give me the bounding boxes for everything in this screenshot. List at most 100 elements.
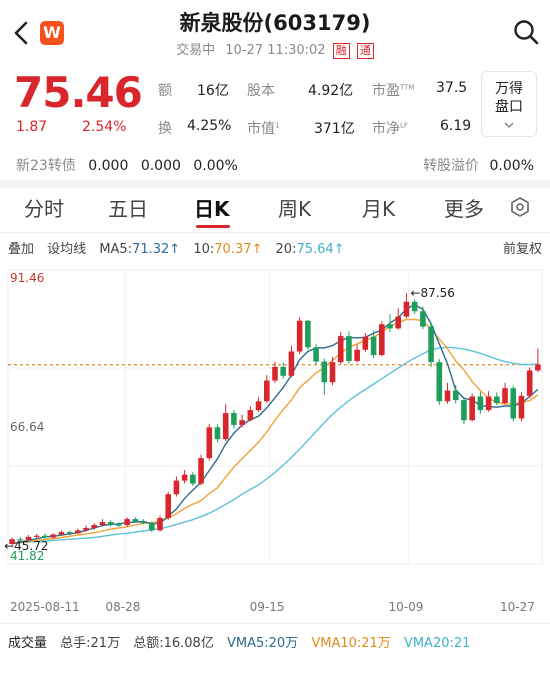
- volume-total-hands: 总手:21万: [60, 636, 121, 651]
- volume-title[interactable]: 成交量: [8, 636, 47, 651]
- ma20-value: 75.64: [296, 242, 334, 257]
- candle-down: [321, 361, 328, 383]
- pe-label: 市盈TTM: [372, 83, 415, 99]
- ma10-line: [12, 318, 539, 545]
- volume-divider: [0, 623, 550, 624]
- candle-down: [387, 324, 393, 329]
- tab-daily-k[interactable]: 日K: [194, 193, 230, 222]
- candle-down: [280, 366, 287, 376]
- candle-up: [288, 351, 295, 376]
- tab-five-day[interactable]: 五日: [108, 193, 148, 222]
- high-price-marker: ←87.56: [410, 286, 454, 300]
- candle-up: [91, 525, 98, 528]
- vma10-value: VMA10:21万: [311, 636, 391, 651]
- candle-up: [165, 494, 171, 518]
- ma20-arrow-icon: ↑: [333, 242, 345, 257]
- x-axis-label: 08-28: [105, 600, 140, 614]
- candle-up: [354, 349, 360, 361]
- candle-up: [502, 388, 508, 404]
- ma10-arrow-icon: ↑: [251, 242, 263, 257]
- candle-up: [83, 527, 89, 531]
- candle-up: [247, 410, 254, 421]
- candle-down: [420, 311, 426, 327]
- market-cap-value: 371亿: [314, 121, 355, 137]
- price-change: 1.87: [16, 119, 48, 135]
- amount-label: 额: [158, 83, 172, 99]
- tab-monthly-k[interactable]: 月K: [362, 193, 395, 222]
- candle-up: [263, 380, 270, 402]
- ma-indicator-bar: 叠加 设均线 MA5:71.32↑ 10:70.37↑ 20:75.64↑: [8, 238, 354, 257]
- candle-down: [411, 301, 418, 312]
- set-ma-button[interactable]: 设均线: [47, 242, 86, 257]
- panel-button-line2: 盘口: [495, 99, 523, 115]
- candle-down: [214, 427, 221, 440]
- tab-weekly-k[interactable]: 周K: [278, 193, 311, 222]
- share-capital-label: 股本: [247, 83, 275, 99]
- ma5-line: [11, 303, 539, 545]
- stock-title: 新泉股份(603179): [179, 11, 371, 35]
- kline-chart[interactable]: 91.4666.6441.82←87.56←45.722025-08-11 08-…: [0, 258, 550, 620]
- candle-up: [469, 396, 475, 421]
- tab-intraday[interactable]: 分时: [24, 193, 64, 222]
- pb-label: 市净LF: [372, 121, 408, 137]
- price-change-pct: 2.54%: [82, 119, 127, 135]
- status-text: 交易中: [176, 43, 216, 58]
- adjust-button[interactable]: 前复权: [503, 238, 542, 257]
- candle-up: [173, 480, 180, 495]
- candle-down: [477, 396, 484, 411]
- ma-lines: [11, 303, 539, 545]
- candle-up: [255, 401, 262, 411]
- pe-value: 37.5: [436, 80, 468, 96]
- x-axis-label: 09-15: [250, 600, 285, 614]
- x-axis-label: 2025-08-11: [10, 600, 80, 614]
- candle-down: [452, 390, 459, 401]
- candle-up: [395, 316, 402, 329]
- candle-down: [510, 388, 517, 419]
- candle-up: [518, 395, 525, 419]
- share-capital-value: 4.92亿: [308, 83, 354, 99]
- candle-down: [107, 522, 114, 525]
- candle-down: [116, 524, 122, 526]
- candle-down: [132, 519, 139, 522]
- y-label-top: 91.46: [10, 271, 44, 285]
- candle-up: [362, 336, 369, 350]
- low-price-marker: ←45.72: [4, 539, 48, 553]
- overlay-button[interactable]: 叠加: [8, 242, 34, 257]
- candle-down: [436, 362, 443, 402]
- ma5-label: MA5:: [99, 242, 133, 257]
- tab-more[interactable]: 更多: [444, 193, 484, 222]
- candle-down: [313, 347, 319, 362]
- ma5-arrow-icon: ↑: [169, 242, 181, 257]
- bond-value-3: 0.00%: [193, 158, 238, 174]
- candle-down: [305, 320, 311, 348]
- ma5-value: 71.32: [132, 242, 170, 257]
- panel-button-line1: 万得: [495, 81, 523, 97]
- candle-down: [42, 535, 48, 538]
- section-divider: [0, 180, 550, 188]
- candle-down: [461, 400, 467, 421]
- candle-up: [222, 413, 229, 440]
- candle-up: [485, 396, 492, 411]
- settings-hexagon-icon[interactable]: [508, 195, 532, 219]
- amount-value: 16亿: [197, 83, 229, 99]
- wind-panel-button[interactable]: 万得 盘口: [481, 71, 537, 137]
- vma5-value: VMA5:20万: [226, 636, 299, 651]
- candle-up: [58, 532, 65, 535]
- ma20-label: 20:: [275, 242, 297, 257]
- search-icon[interactable]: [512, 18, 540, 46]
- turnover-value: 4.25%: [187, 118, 232, 134]
- trading-status: 交易中 10-27 11:30:02 融 通: [0, 39, 550, 59]
- market-cap-label: 市值1: [247, 121, 280, 137]
- candle-up: [403, 301, 410, 317]
- bond-name: 新23转债: [16, 158, 76, 174]
- bond-value-1: 0.000: [88, 158, 129, 174]
- candle-up: [75, 530, 81, 534]
- convertible-bond-row[interactable]: 新23转债 0.000 0.000 0.00%: [16, 155, 238, 175]
- candle-down: [140, 521, 147, 524]
- candle-down: [370, 336, 377, 356]
- tab-divider: [0, 232, 550, 233]
- candle-up: [272, 366, 278, 381]
- y-label-mid: 66.64: [10, 420, 44, 434]
- margin-tag: 融: [332, 43, 350, 59]
- candle-up: [99, 522, 106, 526]
